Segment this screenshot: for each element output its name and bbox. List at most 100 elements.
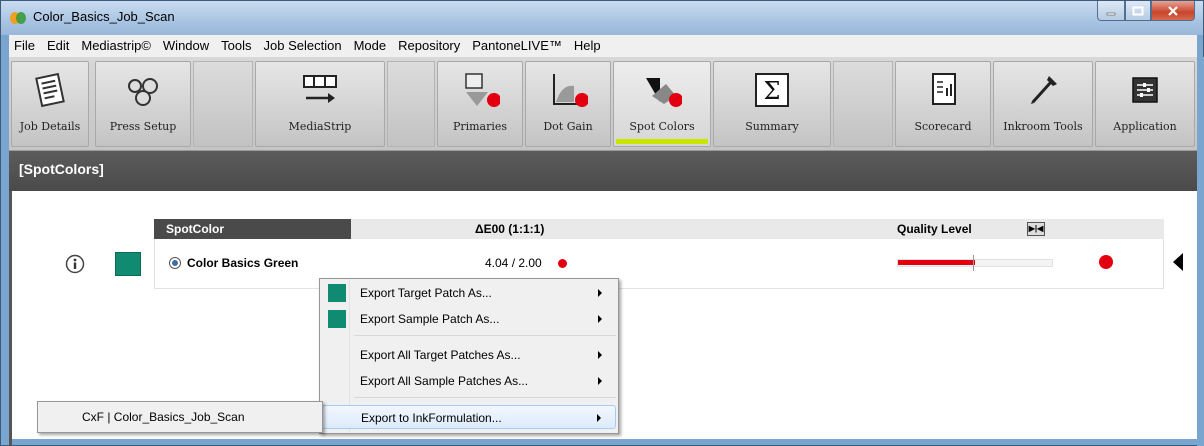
dot-gain-label: Dot Gain xyxy=(543,120,593,133)
submenu-arrow-icon xyxy=(598,315,602,323)
sigma-icon: Σ xyxy=(755,73,789,107)
submenu: CxF | Color_Basics_Job_Scan xyxy=(37,401,323,433)
svg-text:Σ: Σ xyxy=(764,77,781,105)
quality-status-dot xyxy=(1099,255,1113,269)
mediastrip-icon xyxy=(303,75,337,103)
toolbar-spacer xyxy=(833,61,893,147)
column-header-spotcolor: SpotColor xyxy=(154,219,351,239)
primaries-button[interactable]: Primaries xyxy=(437,61,523,147)
menu-item-label: Export Sample Patch As... xyxy=(360,312,500,326)
menu-repository[interactable]: Repository xyxy=(392,35,466,57)
menu-pantonelive[interactable]: PantoneLIVE™ xyxy=(466,35,568,57)
title-bar[interactable]: Color_Basics_Job_Scan xyxy=(1,1,1203,35)
menu-item-export-inkformulation[interactable]: Export to InkFormulation... xyxy=(322,405,616,429)
right-border xyxy=(1197,57,1204,446)
menu-separator xyxy=(354,397,616,398)
minimize-button[interactable] xyxy=(1097,1,1125,21)
toolbar: Job Details Press Setup MediaStrip Prima… xyxy=(9,57,1197,151)
spot-colors-label: Spot Colors xyxy=(629,120,695,133)
application-label: Application xyxy=(1113,120,1177,133)
dot-gain-icon xyxy=(553,74,588,107)
menu-file[interactable]: File xyxy=(9,35,41,57)
scorecard-label: Scorecard xyxy=(914,120,972,133)
primaries-icon xyxy=(465,73,500,107)
toolbar-spacer xyxy=(387,61,435,147)
menu-help[interactable]: Help xyxy=(568,35,607,57)
window-title: Color_Basics_Job_Scan xyxy=(33,9,175,24)
app-window: Color_Basics_Job_Scan File Edit Mediastr… xyxy=(0,0,1204,446)
column-header-delta: ΔE00 (1:1:1) xyxy=(475,222,545,236)
maximize-icon xyxy=(1132,6,1144,15)
menu-item-label: Export Target Patch As... xyxy=(360,286,492,300)
primaries-label: Primaries xyxy=(452,120,508,133)
active-tab-indicator xyxy=(616,139,708,144)
inkroom-tools-button[interactable]: Inkroom Tools xyxy=(993,61,1093,147)
dot-gain-button[interactable]: Dot Gain xyxy=(525,61,611,147)
mediastrip-button[interactable]: MediaStrip xyxy=(255,61,385,147)
delta-e-value: 4.04 / 2.00 xyxy=(485,256,542,270)
submenu-arrow-icon xyxy=(598,351,602,359)
row-pointer-icon xyxy=(1173,253,1183,271)
job-details-label: Job Details xyxy=(19,120,81,133)
menu-tools[interactable]: Tools xyxy=(215,35,257,57)
inkroom-tools-label: Inkroom Tools xyxy=(1003,120,1083,133)
menu-edit[interactable]: Edit xyxy=(41,35,75,57)
press-setup-icon xyxy=(128,78,158,106)
pipette-icon xyxy=(1031,76,1057,104)
section-title: [SpotColors] xyxy=(19,161,104,177)
summary-button[interactable]: Σ Summary xyxy=(713,61,831,147)
column-header-quality: Quality Level xyxy=(897,222,972,236)
submenu-item-label: CxF | Color_Basics_Job_Scan xyxy=(82,410,245,424)
submenu-arrow-icon xyxy=(598,377,602,385)
menu-item-export-sample-patch[interactable]: Export Sample Patch As... xyxy=(322,307,616,331)
quality-bar-tick xyxy=(973,255,974,271)
section-header: [SpotColors] xyxy=(9,151,1197,191)
menu-item-export-all-sample[interactable]: Export All Sample Patches As... xyxy=(322,369,616,393)
menu-mode[interactable]: Mode xyxy=(348,35,393,57)
settings-sliders-icon xyxy=(1132,77,1158,103)
info-icon[interactable] xyxy=(65,254,85,274)
spot-colors-icon xyxy=(646,78,682,107)
context-menu: Export Target Patch As... Export Sample … xyxy=(319,278,619,434)
menu-separator xyxy=(354,335,616,336)
job-details-button[interactable]: Job Details xyxy=(11,61,89,147)
document-icon xyxy=(35,72,65,108)
scorecard-icon xyxy=(932,73,956,105)
close-button[interactable] xyxy=(1151,1,1195,21)
menu-item-export-all-target[interactable]: Export All Target Patches As... xyxy=(322,343,616,367)
submenu-item-cxf[interactable]: CxF | Color_Basics_Job_Scan xyxy=(40,405,320,429)
summary-label: Summary xyxy=(745,120,799,133)
quality-bar-fill xyxy=(898,260,975,265)
menu-bar: File Edit Mediastrip© Window Tools Job S… xyxy=(9,35,1197,57)
submenu-arrow-icon xyxy=(597,414,601,422)
minimize-icon xyxy=(1106,12,1116,15)
spot-colors-button[interactable]: Spot Colors xyxy=(613,61,711,147)
column-header-bar: ΔE00 (1:1:1) Quality Level ▶|◀ xyxy=(351,219,1164,239)
menu-item-label: Export All Target Patches As... xyxy=(360,348,521,362)
press-setup-label: Press Setup xyxy=(109,120,177,133)
menu-item-export-target-patch[interactable]: Export Target Patch As... xyxy=(322,281,616,305)
delta-status-dot xyxy=(558,259,567,268)
menu-window[interactable]: Window xyxy=(157,35,215,57)
submenu-arrow-icon xyxy=(598,289,602,297)
sample-patch-swatch xyxy=(328,310,346,328)
application-button[interactable]: Application xyxy=(1095,61,1195,147)
close-icon xyxy=(1168,5,1178,16)
menu-job-selection[interactable]: Job Selection xyxy=(258,35,348,57)
spot-color-swatch xyxy=(115,252,141,276)
quality-toggle-button[interactable]: ▶|◀ xyxy=(1027,222,1045,236)
app-logo-icon xyxy=(10,12,26,24)
maximize-button[interactable] xyxy=(1125,1,1151,21)
menu-item-label: Export to InkFormulation... xyxy=(361,411,502,425)
left-border xyxy=(9,191,12,446)
press-setup-button[interactable]: Press Setup xyxy=(95,61,191,147)
target-patch-swatch xyxy=(328,284,346,302)
menu-item-label: Export All Sample Patches As... xyxy=(360,374,529,388)
spot-color-name: Color Basics Green xyxy=(187,256,299,270)
spot-color-radio[interactable] xyxy=(169,257,181,269)
menu-mediastrip[interactable]: Mediastrip© xyxy=(75,35,157,57)
mediastrip-label: MediaStrip xyxy=(288,120,352,133)
toolbar-spacer xyxy=(193,61,253,147)
window-controls xyxy=(1097,1,1195,21)
scorecard-button[interactable]: Scorecard xyxy=(895,61,991,147)
